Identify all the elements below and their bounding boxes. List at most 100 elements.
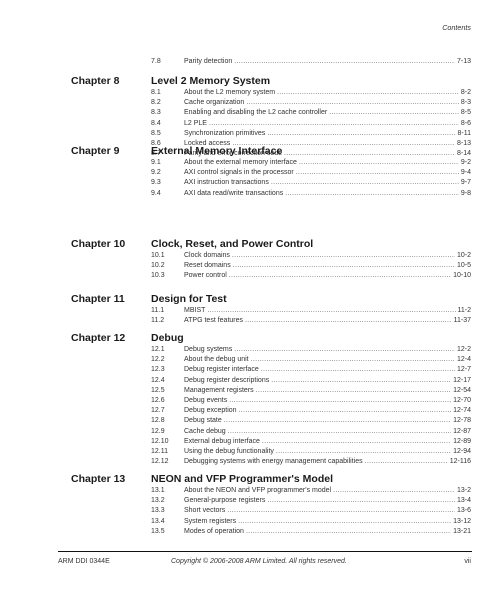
chapter-label: Chapter 12	[71, 332, 126, 344]
toc-entry[interactable]: 13.2 General-purpose registers...........…	[151, 496, 471, 506]
toc-entry[interactable]: 12.12 Debugging systems with energy manag…	[151, 457, 471, 467]
section-page: 10-10	[453, 272, 471, 280]
section-number: 8.3	[151, 109, 161, 117]
section-title: MBIST	[184, 307, 206, 314]
section-page: 12-116	[449, 458, 471, 466]
chapter-title[interactable]: Design for Test	[151, 293, 227, 305]
toc-entry[interactable]: 9.2 AXI control signals in the processor.…	[151, 168, 471, 178]
section-page: 12-17	[453, 376, 471, 384]
toc-entry[interactable]: 13.4 System registers....................…	[151, 517, 471, 527]
section-title: Cache organization	[184, 99, 245, 107]
toc-entry[interactable]: 13.3 Short vectors.......................…	[151, 506, 471, 516]
section-number: 13.4	[151, 517, 165, 525]
section-number: 9.3	[151, 179, 161, 187]
toc-entry[interactable]: 12.11 Using the debug functionality......…	[151, 447, 471, 457]
toc-entry[interactable]: 9.3 AXI instruction transactions.........…	[151, 178, 471, 188]
dot-leader: ........................................…	[246, 99, 459, 107]
section-title: General-purpose registers	[184, 497, 266, 505]
section-page: 8-6	[460, 119, 471, 127]
section-number: 12.8	[151, 417, 165, 425]
section-page: 10-2	[456, 252, 471, 259]
section-title: AXI instruction transactions	[184, 179, 269, 187]
toc-entry[interactable]: 12.10 External debug interface...........…	[151, 437, 471, 447]
dot-leader: ........................................…	[285, 189, 459, 197]
chapter-title[interactable]: External Memory Interface	[151, 145, 282, 157]
toc-entry[interactable]: 10.1 Clock domains.......................…	[151, 251, 471, 261]
chapter-title[interactable]: NEON and VFP Programmer's Model	[151, 473, 333, 485]
section-title: Clock domains	[184, 252, 230, 259]
toc-entry[interactable]: 8.4 L2 PLE...............................…	[151, 119, 471, 129]
copyright-notice: Copyright © 2006-2008 ARM Limited. All r…	[171, 558, 347, 565]
section-page: 8-11	[457, 129, 472, 137]
dot-leader: ........................................…	[245, 527, 452, 535]
toc-entry[interactable]: 8.3 Enabling and disabling the L2 cache c…	[151, 108, 471, 118]
toc-entry[interactable]: 11.1 MBIST...............................…	[151, 306, 471, 316]
section-number: 11.1	[151, 307, 165, 314]
toc-entry[interactable]: 12.8 Debug state.........................…	[151, 416, 471, 426]
toc-entry[interactable]: 12.2 About the debug unit................…	[151, 355, 471, 365]
dot-leader: ........................................…	[227, 507, 455, 515]
section-number: 10.3	[151, 272, 165, 280]
toc-entry[interactable]: 12.7 Debug exception.....................…	[151, 406, 471, 416]
dot-leader: ........................................…	[234, 346, 455, 353]
section-title: Debug exception	[184, 407, 237, 415]
toc-entry[interactable]: 13.5 Modes of operation..................…	[151, 527, 471, 537]
section-page: 13-12	[453, 517, 471, 525]
section-title: Debug register interface	[184, 366, 259, 374]
section-number: 13.5	[151, 527, 165, 535]
section-title: Power control	[184, 272, 227, 280]
section-number: 9.4	[151, 189, 161, 197]
toc-entry[interactable]: 12.1 Debug systems.......................…	[151, 345, 471, 355]
section-page: 9-4	[460, 169, 471, 177]
toc-entry[interactable]: 12.3 Debug register interface............…	[151, 365, 471, 375]
section-number: 12.1	[151, 346, 165, 353]
section-number: 12.10	[151, 437, 169, 445]
section-number: 10.1	[151, 252, 165, 259]
chapter-title[interactable]: Level 2 Memory System	[151, 75, 270, 87]
toc-entry[interactable]: 8.5 Synchronization primitives...........…	[151, 129, 471, 139]
section-number: 13.2	[151, 497, 165, 505]
section-page: 9-7	[460, 179, 471, 187]
toc-entry[interactable]: 8.1 About the L2 memory system...........…	[151, 88, 471, 98]
section-title: System registers	[184, 517, 237, 525]
toc-entry[interactable]: 12.4 Debug register descriptions.........…	[151, 376, 471, 386]
section-number: 8.5	[151, 129, 161, 137]
section-number: 12.6	[151, 397, 165, 404]
section-page: 13-6	[456, 507, 471, 515]
section-page: 12-2	[456, 346, 471, 353]
section-title: L2 PLE	[184, 119, 207, 127]
section-page: 12-7	[456, 366, 471, 374]
section-page: 8-13	[456, 140, 471, 147]
section-title: Reset domains	[184, 262, 231, 270]
section-page: 12-94	[453, 448, 471, 455]
section-title: AXI data read/write transactions	[184, 189, 284, 197]
toc-entry[interactable]: 12.6 Debug events........................…	[151, 396, 471, 406]
dot-leader: ........................................…	[207, 307, 455, 314]
toc-entry[interactable]: 11.2 ATPG test features..................…	[151, 316, 471, 326]
chapter-title[interactable]: Clock, Reset, and Power Control	[151, 238, 313, 250]
chapter-title[interactable]: Debug	[151, 332, 184, 344]
section-title: About the external memory interface	[184, 159, 297, 166]
section-page: 7-13	[456, 57, 471, 65]
toc-entry[interactable]: 13.1 About the NEON and VFP programmer's …	[151, 486, 471, 496]
toc-entry[interactable]: 9.4 AXI data read/write transactions.....…	[151, 189, 471, 199]
toc-entry[interactable]: 10.2 Reset domains.......................…	[151, 261, 471, 271]
toc-entry[interactable]: 12.5 Management registers................…	[151, 386, 471, 396]
section-page: 12-70	[453, 397, 471, 404]
dot-leader: ........................................…	[208, 119, 459, 127]
toc-entry[interactable]: 7.8 Parity detection.....................…	[151, 57, 471, 67]
section-title: Debug systems	[184, 346, 233, 353]
section-number: 8.1	[151, 89, 161, 96]
toc-entry[interactable]: 9.1 About the external memory interface..…	[151, 158, 471, 168]
toc-entry[interactable]: 8.2 Cache organization...................…	[151, 98, 471, 108]
dot-leader: ........................................…	[227, 427, 452, 435]
toc-entry[interactable]: 12.9 Cache debug.........................…	[151, 427, 471, 437]
section-number: 8.2	[151, 99, 161, 107]
section-title: AXI control signals in the processor	[184, 169, 294, 177]
section-title: Parity detection	[184, 57, 233, 65]
toc-entry[interactable]: 10.3 Power control.......................…	[151, 271, 471, 281]
section-number: 8.4	[151, 119, 161, 127]
section-title: About the debug unit	[184, 356, 249, 364]
dot-leader: ........................................…	[232, 262, 455, 270]
section-page: 12-78	[453, 417, 471, 425]
